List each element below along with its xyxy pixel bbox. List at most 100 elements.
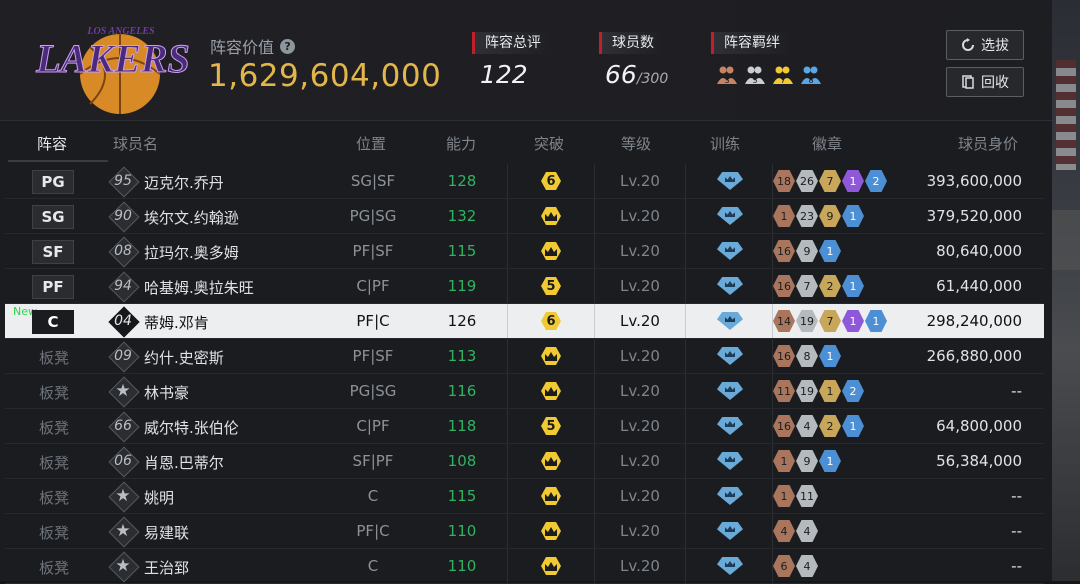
- badge-list[interactable]: 14 19 7 1 1: [773, 310, 887, 332]
- player-price: 393,600,000: [926, 172, 1022, 190]
- star-icon: ★: [108, 516, 140, 548]
- col-ability[interactable]: 能力: [446, 133, 476, 154]
- breakthrough-cell[interactable]: [507, 514, 595, 548]
- player-price: --: [1011, 487, 1022, 505]
- training-cell[interactable]: [685, 164, 773, 198]
- training-cell[interactable]: [685, 199, 773, 233]
- training-cell[interactable]: [685, 374, 773, 408]
- player-level: Lv.20: [620, 452, 660, 470]
- breakthrough-level: 6: [541, 172, 561, 190]
- col-level[interactable]: 等级: [621, 133, 651, 154]
- player-position: PF|C: [356, 312, 390, 330]
- table-row[interactable]: New C 04 蒂姆.邓肯 PF|C 126 6 Lv.20 14 19 7 1 1 …: [5, 304, 1044, 338]
- training-cell[interactable]: [685, 479, 773, 513]
- col-lineup[interactable]: 阵容: [37, 133, 67, 154]
- bench-label: 板凳: [39, 559, 70, 577]
- player-position: SG|SF: [350, 172, 396, 190]
- help-icon[interactable]: ?: [280, 38, 296, 54]
- badge-blue: 1: [842, 275, 864, 297]
- bond-people-icon[interactable]: 8: [800, 64, 822, 86]
- bond-people-icon[interactable]: 5: [744, 64, 766, 86]
- breakthrough-cell[interactable]: [507, 339, 595, 373]
- player-count: 66/300: [605, 60, 668, 89]
- training-icon: [717, 172, 743, 190]
- training-icon: [717, 487, 743, 505]
- table-row[interactable]: 板凳 ★ 王治郅 C 110 Lv.20 64 --: [5, 549, 1044, 583]
- breakthrough-cell[interactable]: 6: [507, 164, 595, 198]
- bond-people-icon[interactable]: 3: [716, 64, 738, 86]
- jersey-number: 08: [108, 236, 140, 268]
- badge-list[interactable]: 16 8 1: [773, 345, 841, 367]
- badge-list[interactable]: 16 9 1: [773, 240, 841, 262]
- badge-list[interactable]: 44: [773, 520, 818, 542]
- player-ability: 115: [447, 487, 477, 505]
- player-position: C|PF: [356, 277, 390, 295]
- table-row[interactable]: 板凳 09 约什.史密斯 PF|SF 113 Lv.20 16 8 1 266,88…: [5, 339, 1044, 373]
- badge-list[interactable]: 64: [773, 555, 818, 577]
- table-row[interactable]: PG 95 迈克尔.乔丹 SG|SF 128 6 Lv.20 18 26 7 1 2 3…: [5, 164, 1044, 198]
- breakthrough-cell[interactable]: 6: [507, 304, 595, 338]
- bond-icons[interactable]: 3 5 7 8: [716, 64, 822, 86]
- recycle-button[interactable]: 回收: [946, 67, 1024, 97]
- player-level: Lv.20: [620, 522, 660, 540]
- training-cell[interactable]: [685, 409, 773, 443]
- badge-blue: 2: [842, 380, 864, 402]
- badge-list[interactable]: 16 4 2 1: [773, 415, 864, 437]
- table-row[interactable]: 板凳 66 威尔特.张伯伦 C|PF 118 5 Lv.20 16 4 2 1 64,…: [5, 409, 1044, 443]
- breakthrough-cell[interactable]: [507, 199, 595, 233]
- table-row[interactable]: 板凳 ★ 易建联 PF|C 110 Lv.20 44 --: [5, 514, 1044, 548]
- col-position[interactable]: 位置: [356, 133, 386, 154]
- player-price: --: [1011, 522, 1022, 540]
- badge-gold: 9: [819, 205, 841, 227]
- badge-list[interactable]: 11 19 1 2: [773, 380, 864, 402]
- table-row[interactable]: 板凳 ★ 林书豪 PG|SG 116 Lv.20 11 19 1 2 --: [5, 374, 1044, 408]
- player-level: Lv.20: [620, 312, 660, 330]
- table-row[interactable]: SF 08 拉玛尔.奥多姆 PF|SF 115 Lv.20 16 9 1 80,64…: [5, 234, 1044, 268]
- badge-list[interactable]: 1 23 9 1: [773, 205, 864, 227]
- badge-list[interactable]: 16 7 2 1: [773, 275, 864, 297]
- col-breakthrough[interactable]: 突破: [534, 133, 564, 154]
- lineup-slot-tag: PG: [32, 170, 74, 194]
- badge-list[interactable]: 1 11: [773, 485, 818, 507]
- bench-label: 板凳: [39, 524, 70, 542]
- player-price: 61,440,000: [936, 277, 1022, 295]
- breakthrough-cell[interactable]: [507, 444, 595, 478]
- breakthrough-level: 6: [541, 312, 561, 330]
- bond-people-icon[interactable]: 7: [772, 64, 794, 86]
- star-icon: ★: [108, 481, 140, 513]
- training-cell[interactable]: [685, 234, 773, 268]
- training-cell[interactable]: [685, 339, 773, 373]
- breakthrough-cell[interactable]: [507, 374, 595, 408]
- refresh-icon: [962, 38, 974, 51]
- table-row[interactable]: 板凳 ★ 姚明 C 115 Lv.20 1 11 --: [5, 479, 1044, 513]
- table-row[interactable]: PF 94 哈基姆.奥拉朱旺 C|PF 119 5 Lv.20 16 7 2 1 61…: [5, 269, 1044, 303]
- training-cell[interactable]: [685, 549, 773, 583]
- table-row[interactable]: SG 90 埃尔文.约翰逊 PG|SG 132 Lv.20 1 23 9 1 379,…: [5, 199, 1044, 233]
- badge-list[interactable]: 18 26 7 1 2: [773, 170, 887, 192]
- col-badges[interactable]: 徽章: [812, 133, 842, 154]
- table-row[interactable]: 板凳 06 肖恩.巴蒂尔 SF|PF 108 Lv.20 191 56,384,…: [5, 444, 1044, 478]
- breakthrough-cell[interactable]: [507, 234, 595, 268]
- player-level: Lv.20: [620, 277, 660, 295]
- badge-bronze: 16: [773, 415, 795, 437]
- breakthrough-cell[interactable]: [507, 479, 595, 513]
- badge-silver: 23: [796, 205, 818, 227]
- col-training[interactable]: 训练: [710, 133, 740, 154]
- breakthrough-cell[interactable]: [507, 549, 595, 583]
- training-cell[interactable]: [685, 304, 773, 338]
- player-name: 埃尔文.约翰逊: [144, 209, 239, 227]
- training-cell[interactable]: [685, 514, 773, 548]
- badge-bronze: 11: [773, 380, 795, 402]
- breakthrough-cell[interactable]: 5: [507, 269, 595, 303]
- col-price[interactable]: 球员身价: [958, 133, 1018, 154]
- training-cell[interactable]: [685, 444, 773, 478]
- badge-list[interactable]: 191: [773, 450, 841, 472]
- training-cell[interactable]: [685, 269, 773, 303]
- col-name[interactable]: 球员名: [113, 133, 158, 154]
- select-button[interactable]: 选拔: [946, 30, 1024, 60]
- breakthrough-cell[interactable]: 5: [507, 409, 595, 443]
- bench-label: 板凳: [39, 454, 70, 472]
- training-icon: [717, 382, 743, 400]
- crown-icon: [541, 452, 561, 470]
- lineup-slot-tag: SF: [32, 240, 74, 264]
